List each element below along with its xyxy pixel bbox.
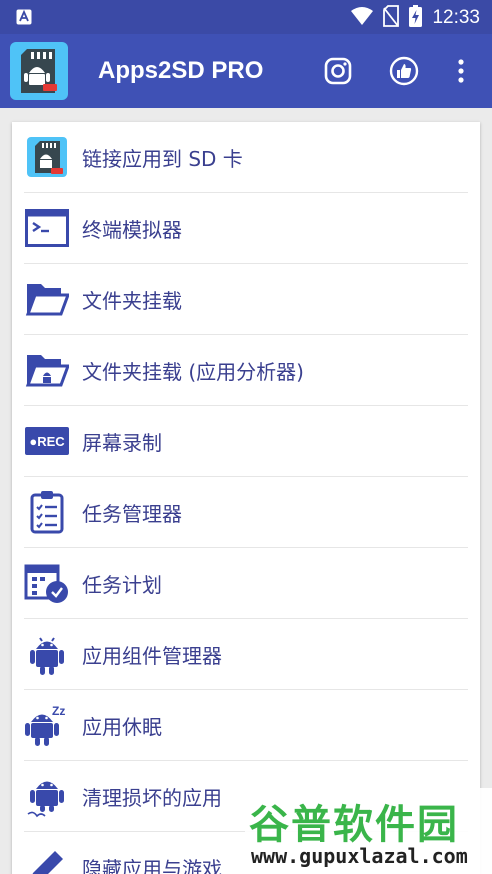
android-broken-icon xyxy=(24,774,70,818)
pencil-icon xyxy=(24,845,70,874)
status-bar: 12:33 xyxy=(0,0,492,34)
menu-item-app-component-manager[interactable]: 应用组件管理器 xyxy=(12,619,480,690)
app-title: Apps2SD PRO xyxy=(98,57,264,84)
menu-item-label: 文件夹挂载 (应用分析器) xyxy=(82,360,304,384)
menu-item-label: 任务管理器 xyxy=(82,502,182,526)
folder-open-icon xyxy=(24,277,70,321)
watermark: 谷普软件园 www.gupuxlazal.com xyxy=(245,788,492,874)
menu-item-label: 屏幕录制 xyxy=(82,431,162,455)
menu-item-app-hibernate[interactable]: Zz 应用休眠 xyxy=(12,690,480,761)
menu-item-label: 应用休眠 xyxy=(82,715,162,739)
menu-item-screen-record[interactable]: ●REC 屏幕录制 xyxy=(12,406,480,477)
app-bar: Apps2SD PRO xyxy=(0,34,492,108)
watermark-url: www.gupuxlazal.com xyxy=(251,844,468,868)
terminal-icon xyxy=(24,206,70,250)
menu-item-terminal-emulator[interactable]: 终端模拟器 xyxy=(12,193,480,264)
menu-item-task-manager[interactable]: 任务管理器 xyxy=(12,477,480,548)
menu-item-label: 清理损坏的应用 xyxy=(82,786,222,810)
android-sleep-icon: Zz xyxy=(24,703,70,747)
instagram-icon[interactable] xyxy=(322,55,354,87)
rec-icon-text: ●REC xyxy=(29,434,65,449)
app-logo xyxy=(10,42,68,100)
menu-item-label: 终端模拟器 xyxy=(82,218,182,242)
menu-item-task-scheduler[interactable]: 任务计划 xyxy=(12,548,480,619)
no-sim-icon xyxy=(383,5,400,31)
menu-item-link-apps-to-sd[interactable]: 链接应用到 SD 卡 xyxy=(12,122,480,193)
watermark-title: 谷普软件园 xyxy=(249,802,459,848)
android-icon xyxy=(24,632,70,676)
menu-item-label: 链接应用到 SD 卡 xyxy=(82,147,243,171)
tools-menu-card: 链接应用到 SD 卡 终端模拟器 文件夹挂载 文件夹挂载 (应用分析器) ●RE… xyxy=(12,122,480,874)
wifi-icon xyxy=(351,6,374,30)
menu-item-label: 任务计划 xyxy=(82,573,162,597)
folder-android-icon xyxy=(24,348,70,392)
a-notification-icon xyxy=(16,9,32,29)
menu-item-label: 隐藏应用与游戏 xyxy=(82,857,222,874)
sd-card-icon xyxy=(24,135,70,179)
status-clock: 12:33 xyxy=(432,7,480,28)
sleep-zz-text: Zz xyxy=(52,704,65,718)
menu-item-label: 应用组件管理器 xyxy=(82,644,222,668)
clipboard-list-icon xyxy=(24,490,70,534)
calendar-clock-icon xyxy=(24,561,70,605)
thumbs-up-icon[interactable] xyxy=(388,55,420,87)
menu-item-folder-mount-analyzer[interactable]: 文件夹挂载 (应用分析器) xyxy=(12,335,480,406)
menu-item-folder-mount[interactable]: 文件夹挂载 xyxy=(12,264,480,335)
battery-charging-icon xyxy=(409,5,423,31)
more-vert-icon[interactable] xyxy=(445,55,477,87)
menu-item-label: 文件夹挂载 xyxy=(82,289,182,313)
rec-icon: ●REC xyxy=(24,419,70,463)
